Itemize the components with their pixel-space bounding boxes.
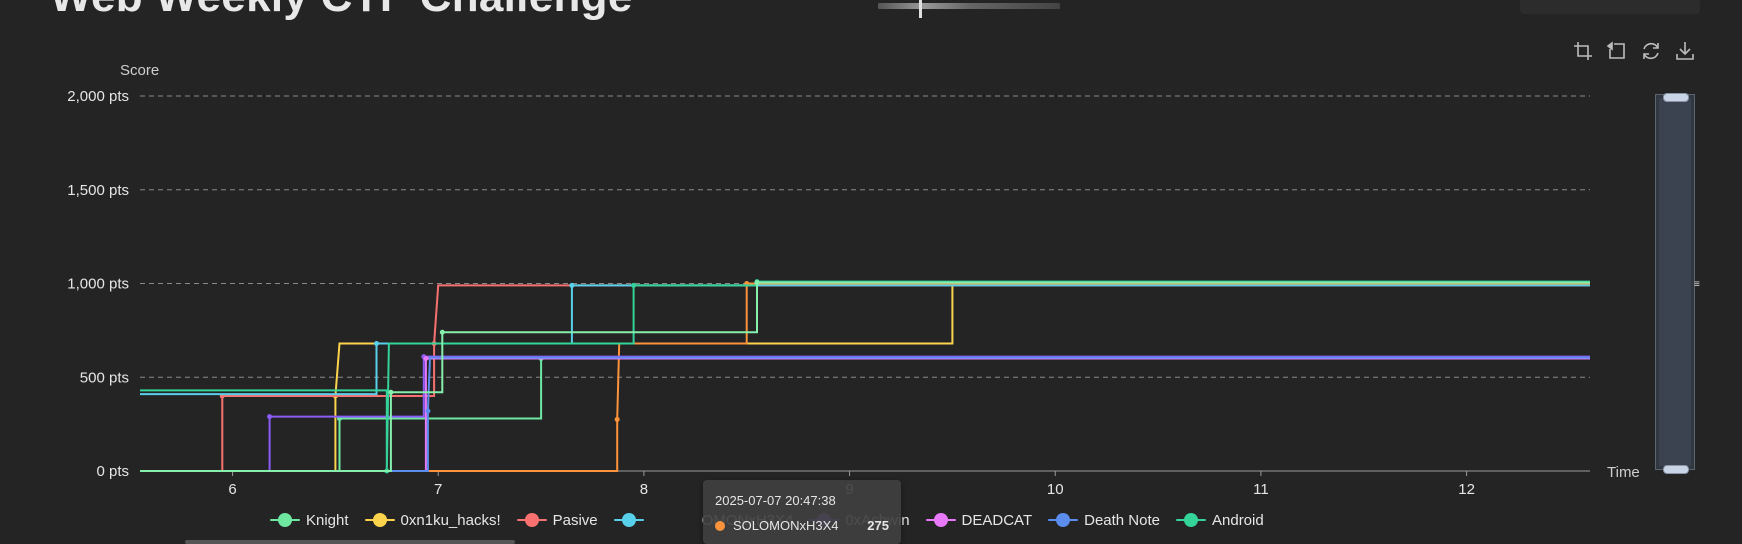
series-line-android[interactable] [140, 280, 1590, 472]
series-point[interactable] [754, 280, 760, 286]
y-axis-title: Score [120, 62, 159, 79]
legend-marker-icon [516, 513, 547, 527]
horizontal-scrollbar[interactable] [185, 540, 515, 544]
legend-item-death-note[interactable]: Death Note [1048, 512, 1160, 529]
tooltip-row: SOLOMONxH3X4 275 [715, 518, 889, 533]
y-tick-label: 1,500 pts [67, 182, 129, 199]
legend-item-0xn1ku-hacks-[interactable]: 0xn1ku_hacks! [364, 511, 501, 529]
y-tick-label: 0 pts [96, 463, 129, 480]
series-line-0xashwin[interactable] [140, 355, 1590, 472]
series-point[interactable] [439, 329, 445, 335]
series-point[interactable] [631, 282, 637, 288]
tooltip-time: 2025-07-07 20:47:38 [715, 493, 836, 508]
legend-label: Death Note [1084, 511, 1160, 529]
legend-label: Android [1212, 511, 1264, 529]
tooltip-series-name: SOLOMONxH3X4 [733, 518, 839, 533]
series-point[interactable] [267, 414, 273, 420]
datazoom-top-handle[interactable] [1663, 93, 1689, 102]
legend-label: 0xn1ku_hacks! [400, 511, 501, 529]
y-tick-label: 500 pts [80, 369, 129, 386]
score-chart: 0 pts 500 pts 1,000 pts 1,500 pts 2,000 pts 6… [67, 62, 1640, 498]
series-point[interactable] [388, 389, 394, 395]
legend-marker-icon [1176, 513, 1206, 527]
legend-item-unnamed[interactable] [613, 513, 650, 527]
legend-marker-icon [925, 513, 956, 527]
x-tick-label: 6 [228, 481, 236, 498]
x-axis-title: Time [1607, 464, 1640, 481]
legend-marker-icon [1048, 513, 1079, 527]
legend-marker-icon [364, 513, 395, 527]
tooltip-series-marker [715, 520, 725, 531]
x-tick-label: 11 [1253, 481, 1269, 498]
chart-tooltip: 2025-07-07 20:47:38 SOLOMONxH3X4 275 [703, 480, 901, 544]
series-line-deadcat[interactable] [140, 357, 1590, 472]
y-tick-label: 2,000 pts [67, 88, 129, 105]
datazoom-bottom-handle[interactable] [1663, 465, 1689, 474]
x-tick-label: 12 [1458, 481, 1475, 498]
series-point[interactable] [569, 282, 575, 288]
legend-label: Pasive [552, 511, 598, 529]
series-point[interactable] [374, 341, 380, 346]
series-point[interactable] [614, 416, 620, 422]
legend-item-android[interactable]: Android [1176, 512, 1264, 529]
legend-marker-icon [270, 513, 300, 527]
legend-marker-icon [613, 513, 644, 527]
datazoom-grip-icon[interactable]: ≡ [1694, 280, 1700, 290]
series-line-pasive[interactable] [140, 284, 1590, 472]
legend-label: Knight [306, 511, 349, 529]
y-tick-label: 1,000 pts [67, 276, 129, 293]
tooltip-value: 275 [867, 518, 889, 533]
legend-label: DEADCAT [961, 511, 1033, 529]
x-tick-label: 10 [1047, 481, 1064, 498]
legend-item-deadcat[interactable]: DEADCAT [925, 511, 1033, 529]
series-point[interactable] [423, 356, 429, 361]
legend-item-pasive[interactable]: Pasive [516, 511, 598, 529]
series-point[interactable] [425, 408, 431, 414]
x-tick-label: 8 [640, 481, 648, 498]
datazoom-window[interactable] [1659, 98, 1691, 466]
series-line-death-note[interactable] [140, 356, 1590, 472]
x-tick-label: 7 [434, 481, 442, 498]
datazoom-slider[interactable]: ≡ [1655, 93, 1700, 474]
series-line-unnamed[interactable] [140, 284, 1590, 396]
legend-item-knight[interactable]: Knight [270, 512, 349, 529]
series-line-knight[interactable] [140, 357, 1590, 472]
